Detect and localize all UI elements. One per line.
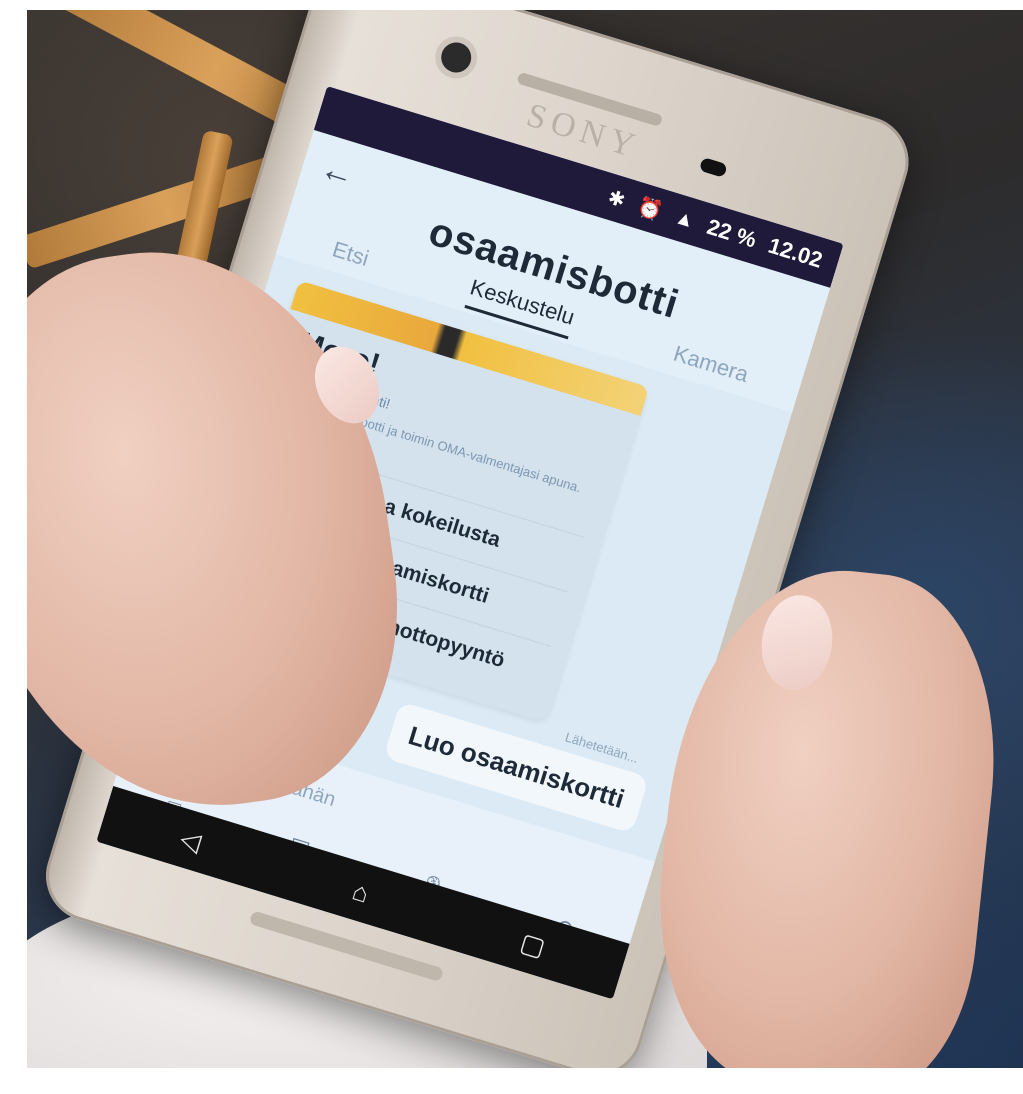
- sensor: [698, 156, 728, 178]
- nav-back-icon[interactable]: ◁: [177, 822, 205, 857]
- alarm-icon: ⏰: [634, 195, 665, 224]
- nav-recents-icon[interactable]: ▢: [517, 926, 549, 963]
- battery-level: 22 %: [704, 213, 760, 253]
- front-camera: [437, 38, 475, 77]
- bluetooth-icon: ✱: [605, 186, 628, 213]
- clock: 12.02: [765, 232, 826, 273]
- photo: SONY ✱ ⏰ ▲ 22 % 12.02 ← osaamisbotti Ets…: [27, 10, 1023, 1068]
- tab-search[interactable]: Etsi: [329, 236, 371, 272]
- nav-home-icon[interactable]: ⌂: [349, 875, 373, 909]
- signal-icon: ▲: [672, 205, 698, 233]
